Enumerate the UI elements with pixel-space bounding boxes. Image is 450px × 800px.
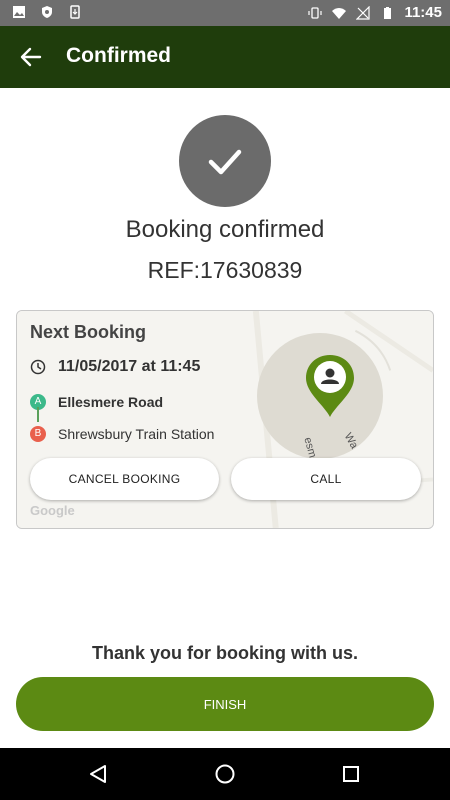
status-bar: 11:45 — [0, 0, 450, 26]
finish-button[interactable]: FINISH — [16, 677, 434, 731]
pickup-address: Ellesmere Road — [58, 394, 164, 410]
clock-icon — [30, 359, 46, 375]
vibrate-icon — [308, 6, 323, 19]
status-time: 11:45 — [404, 4, 442, 21]
shield-icon — [42, 6, 52, 18]
route-list: A Ellesmere Road B Shrewsbury Train Stat… — [30, 390, 214, 454]
booking-reference: REF:17630839 — [147, 257, 303, 283]
map-attribution: Google — [30, 503, 75, 518]
route-connector — [37, 407, 39, 422]
arrow-back-icon[interactable] — [18, 44, 44, 70]
dropoff-badge: B — [30, 426, 46, 442]
next-booking-card: esmere R Wa Next Booking 11/05/2017 at 1… — [16, 310, 434, 529]
nav-back-icon[interactable] — [88, 764, 108, 784]
download-icon — [70, 5, 80, 19]
booking-datetime-row: 11/05/2017 at 11:45 — [30, 358, 200, 376]
cancel-booking-button[interactable]: CANCEL BOOKING — [30, 458, 219, 500]
dropoff-address: Shrewsbury Train Station — [58, 426, 215, 442]
image-icon — [13, 6, 25, 18]
pickup-stop: A Ellesmere Road — [30, 390, 214, 414]
page-title: Confirmed — [66, 44, 171, 67]
no-signal-icon — [356, 5, 371, 20]
wifi-icon — [332, 7, 347, 19]
success-badge — [179, 115, 271, 207]
map-pin-icon — [306, 355, 354, 417]
app-toolbar: Confirmed — [0, 26, 450, 88]
nav-recent-apps-icon[interactable] — [342, 765, 360, 783]
confirmation-message: Booking confirmed — [125, 216, 325, 243]
check-icon — [208, 149, 242, 175]
booking-datetime: 11/05/2017 at 11:45 — [58, 358, 201, 375]
thanks-message: Thank you for booking with us. — [92, 643, 358, 663]
call-button[interactable]: CALL — [231, 458, 421, 500]
card-title: Next Booking — [30, 322, 147, 342]
battery-icon — [384, 6, 392, 19]
system-nav-bar — [0, 748, 450, 800]
dropoff-stop: B Shrewsbury Train Station — [30, 422, 214, 446]
nav-home-icon[interactable] — [214, 763, 236, 785]
